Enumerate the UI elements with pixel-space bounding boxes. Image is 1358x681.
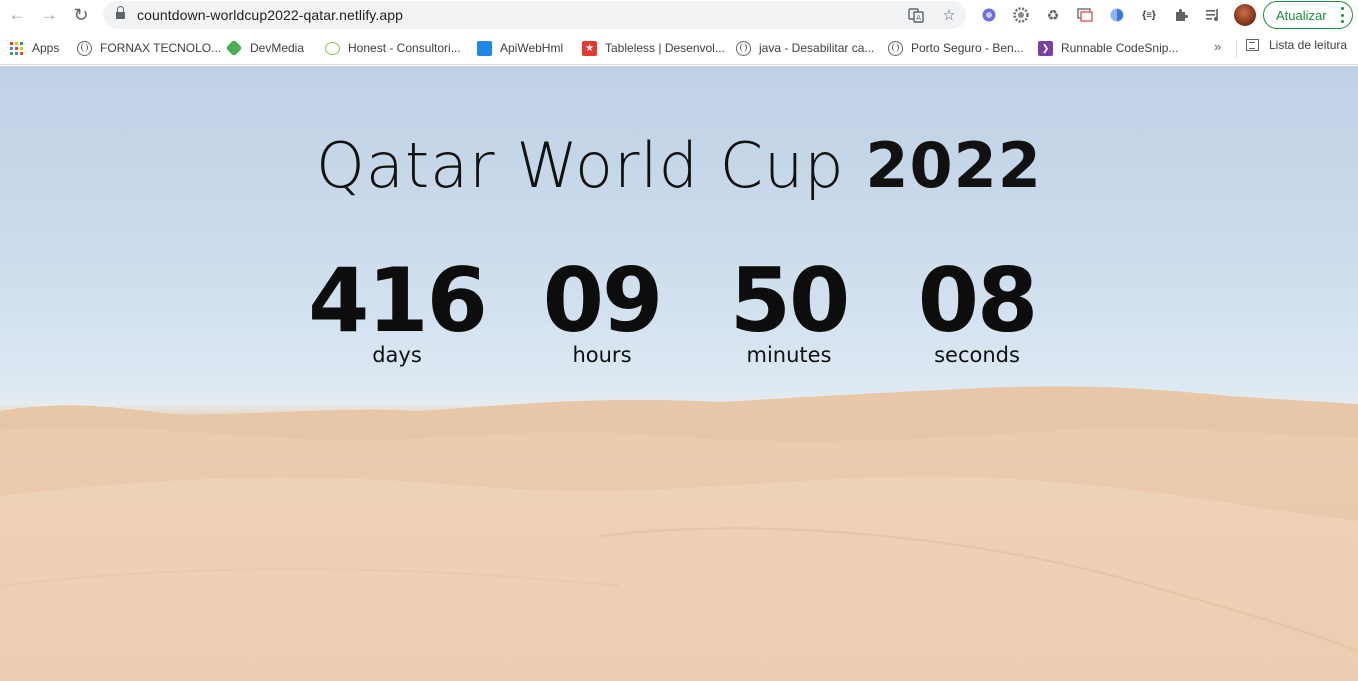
translate-icon[interactable]: A <box>906 5 926 25</box>
globe-icon <box>888 40 903 56</box>
forward-arrow-icon[interactable]: → <box>37 4 61 26</box>
hours-value: 09 <box>542 249 663 352</box>
countdown-hours: 09 hours <box>512 249 692 368</box>
divider <box>1236 40 1237 58</box>
seconds-value: 08 <box>917 249 1038 352</box>
bookmarks-bar: Apps FORNAX TECNOLO... DevMedia Honest -… <box>0 31 1358 65</box>
extensions-puzzle-icon[interactable] <box>1171 5 1191 25</box>
bookmark-label: Tableless | Desenvol... <box>605 41 725 55</box>
update-button-label: Atualizar <box>1276 7 1327 23</box>
bookmark-tableless[interactable]: ★ Tableless | Desenvol... <box>582 38 725 58</box>
bookmark-label: java - Desabilitar ca... <box>759 41 875 55</box>
bookmark-runnable[interactable]: ❯ Runnable CodeSnip... <box>1038 38 1178 58</box>
menu-kebab-icon[interactable] <box>1340 7 1344 23</box>
bookmark-star-icon[interactable]: ☆ <box>939 5 959 25</box>
bookmark-label: ApiWebHml <box>500 41 564 55</box>
extension-json-icon[interactable]: {≡} <box>1139 5 1159 25</box>
days-value: 416 <box>308 249 488 352</box>
bookmark-label: DevMedia <box>250 41 305 55</box>
reading-list-icon <box>1246 39 1259 51</box>
bookmark-label: Porto Seguro - Ben... <box>911 41 1024 55</box>
seconds-label: seconds <box>934 343 1020 367</box>
extension-recycle-icon[interactable]: ♻ <box>1043 5 1063 25</box>
back-arrow-icon[interactable]: ← <box>5 4 29 26</box>
bookmark-label: Honest - Consultori... <box>348 41 461 55</box>
hours-label: hours <box>572 343 632 367</box>
browser-toolbar: ← → ↻ countdown-worldcup2022-qatar.netli… <box>0 0 1358 31</box>
bookmark-honest[interactable]: Honest - Consultori... <box>325 38 461 58</box>
api-icon <box>477 40 492 56</box>
bookmark-label: Apps <box>32 41 60 55</box>
tableless-icon: ★ <box>582 40 597 56</box>
lock-icon[interactable] <box>116 6 125 20</box>
update-button[interactable]: Atualizar <box>1263 1 1353 29</box>
devmedia-icon <box>225 39 243 57</box>
countdown-page: Qatar World Cup 2022 416 days 09 hours 5… <box>0 66 1358 681</box>
reading-list-label: Lista de leitura <box>1269 38 1348 52</box>
minutes-label: minutes <box>746 343 832 367</box>
bookmark-fornax[interactable]: FORNAX TECNOLO... <box>77 38 221 58</box>
reload-icon[interactable]: ↻ <box>69 4 93 26</box>
media-queue-icon[interactable] <box>1203 5 1223 25</box>
extension-gear-icon[interactable] <box>1011 5 1031 25</box>
bookmark-devmedia[interactable]: DevMedia <box>225 38 305 58</box>
bookmark-apps[interactable]: Apps <box>9 38 59 58</box>
address-bar[interactable]: countdown-worldcup2022-qatar.netlify.app… <box>103 1 966 29</box>
runnable-icon: ❯ <box>1038 40 1053 56</box>
page-title: Qatar World Cup 2022 <box>0 129 1358 202</box>
globe-icon <box>736 40 751 56</box>
svg-text:A: A <box>916 14 921 22</box>
bookmark-label: Runnable CodeSnip... <box>1061 41 1179 55</box>
bookmark-porto-seguro[interactable]: Porto Seguro - Ben... <box>888 38 1024 58</box>
bookmark-apiwebhml[interactable]: ApiWebHml <box>477 38 563 58</box>
title-text: Qatar World Cup <box>316 129 845 202</box>
minutes-value: 50 <box>729 249 850 352</box>
apps-grid-icon <box>9 41 24 55</box>
reading-list-button[interactable]: Lista de leitura <box>1246 38 1347 52</box>
countdown-days: 416 days <box>307 249 488 368</box>
bookmarks-overflow-icon[interactable]: » <box>1214 39 1221 54</box>
bookmark-label: FORNAX TECNOLO... <box>100 41 222 55</box>
extension-flower-icon[interactable] <box>979 5 999 25</box>
honest-icon <box>325 41 340 55</box>
title-year: 2022 <box>865 129 1042 202</box>
url-text[interactable]: countdown-worldcup2022-qatar.netlify.app <box>137 7 403 23</box>
bookmark-java[interactable]: java - Desabilitar ca... <box>736 38 874 58</box>
globe-icon <box>77 40 92 56</box>
profile-avatar[interactable] <box>1234 4 1256 26</box>
extension-screen-icon[interactable] <box>1075 5 1095 25</box>
countdown-minutes: 50 minutes <box>699 249 879 368</box>
countdown-seconds: 08 seconds <box>887 249 1067 368</box>
extension-circle-icon[interactable] <box>1107 5 1127 25</box>
